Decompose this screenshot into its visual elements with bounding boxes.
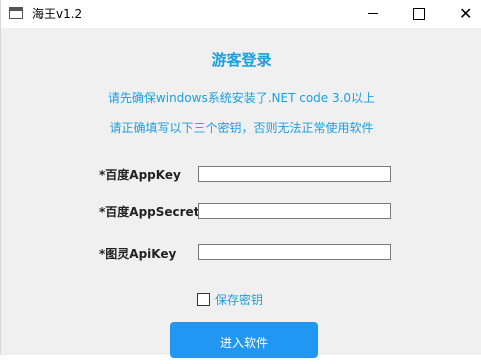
maximize-icon [413,8,425,20]
baidu-appsecret-input[interactable] [198,203,391,219]
close-icon: ✕ [459,4,473,23]
baidu-appsecret-label: *百度AppSecret [99,205,200,219]
maximize-button[interactable] [396,0,442,28]
save-key-label[interactable]: 保存密钥 [215,291,263,308]
minimize-icon [368,13,378,14]
app-window: 海王v1.2 ✕ 游客登录 请先确保windows系统安装了.NET code … [0,0,481,358]
baidu-appkey-label: *百度AppKey [99,168,181,182]
tuling-apikey-input[interactable] [198,244,391,260]
baidu-appkey-input[interactable] [198,166,391,182]
minimize-button[interactable] [350,0,396,28]
tuling-apikey-label: *图灵ApiKey [99,247,177,261]
close-button[interactable]: ✕ [442,0,481,28]
window-icon [9,7,23,19]
page-title: 游客登录 [211,51,272,69]
enter-app-button[interactable]: 进入软件 [170,322,318,358]
title-bar[interactable]: 海王v1.2 ✕ [1,0,481,28]
notice-text: 请正确填写以下三个密钥，否则无法正常使用软件 [109,121,374,135]
window-title: 海王v1.2 [32,7,83,21]
save-key-checkbox[interactable] [197,293,210,306]
notice-text: 请先确保windows系统安装了.NET code 3.0以上 [107,91,376,105]
